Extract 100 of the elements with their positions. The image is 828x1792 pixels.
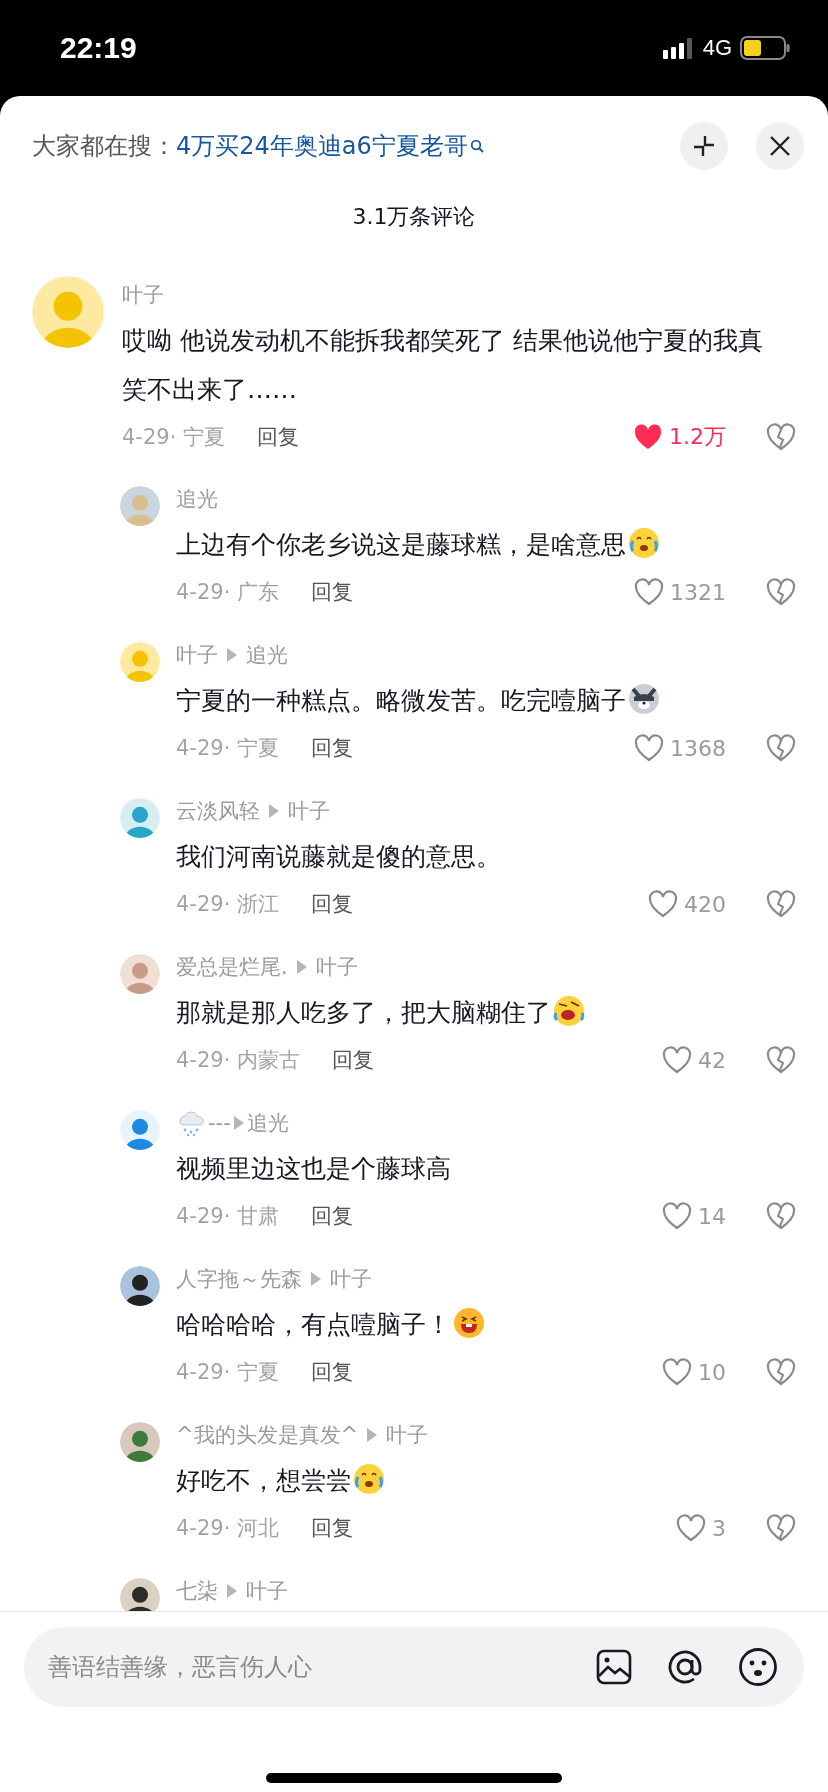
reply-button[interactable]: 回复 bbox=[257, 423, 299, 451]
broken-heart-icon bbox=[766, 1202, 796, 1230]
broken-heart-icon bbox=[766, 890, 796, 918]
dislike-button[interactable] bbox=[766, 1202, 796, 1230]
reply-button[interactable]: 回复 bbox=[332, 1046, 374, 1074]
like-button[interactable]: 14 bbox=[646, 1202, 726, 1230]
dislike-button[interactable] bbox=[766, 578, 796, 606]
broken-heart-icon bbox=[766, 1358, 796, 1386]
comment-text: 我们河南说藤就是傻的意思。 bbox=[176, 841, 502, 873]
signal-icon bbox=[662, 37, 693, 59]
username[interactable]: 叶子 bbox=[288, 797, 330, 825]
trending-label: 大家都在搜： bbox=[32, 131, 176, 162]
trending-search-link[interactable]: 4万买24年奥迪a6宁夏老哥 bbox=[176, 130, 484, 162]
reply-button[interactable]: 回复 bbox=[311, 734, 353, 762]
play-triangle-icon bbox=[366, 1427, 379, 1443]
play-triangle-icon bbox=[226, 647, 238, 663]
avatar bbox=[120, 642, 160, 682]
avatar bbox=[120, 1422, 160, 1462]
heart-icon bbox=[676, 1514, 706, 1542]
dislike-button[interactable] bbox=[766, 890, 796, 918]
dislike-button[interactable] bbox=[766, 734, 796, 762]
play-triangle-icon bbox=[268, 803, 280, 819]
image-icon[interactable] bbox=[596, 1649, 632, 1685]
username[interactable]: 叶子 bbox=[386, 1421, 429, 1449]
date-location: 4-29· 宁夏 bbox=[176, 1359, 279, 1386]
heart-icon bbox=[662, 1202, 692, 1230]
username[interactable]: 追光 bbox=[246, 641, 288, 669]
search-icon bbox=[469, 139, 484, 153]
close-icon bbox=[769, 135, 791, 157]
avatar bbox=[120, 1266, 160, 1306]
like-button[interactable]: 10 bbox=[646, 1358, 726, 1386]
comment-input[interactable]: 善语结善缘，恶言伤人心 bbox=[48, 1653, 562, 1681]
avatar bbox=[120, 954, 160, 994]
close-button[interactable] bbox=[756, 122, 804, 170]
username[interactable]: 追光 bbox=[176, 485, 218, 513]
network-label: 4G bbox=[702, 35, 732, 61]
reply-button[interactable]: 回复 bbox=[311, 1514, 353, 1542]
avatar bbox=[120, 1578, 160, 1611]
comment-text: 视频里边这也是个藤球高 bbox=[176, 1153, 452, 1185]
username[interactable]: 人字拖～先森 bbox=[176, 1265, 302, 1293]
like-button[interactable]: 3 bbox=[646, 1514, 726, 1542]
username[interactable]: 云淡风轻 bbox=[176, 797, 260, 825]
like-button[interactable]: 42 bbox=[646, 1046, 726, 1074]
heart-icon bbox=[662, 1358, 692, 1386]
date-location: 4-29· 内蒙古 bbox=[176, 1047, 300, 1074]
username[interactable]: 叶子 bbox=[330, 1265, 372, 1293]
play-triangle-icon bbox=[232, 1115, 245, 1131]
comment-text: 好吃不，想尝尝 bbox=[176, 1456, 828, 1505]
broken-heart-icon bbox=[766, 578, 796, 606]
date-location: 4-29· 宁夏 bbox=[176, 735, 279, 762]
username[interactable]: 追光 bbox=[246, 1109, 289, 1137]
broken-heart-icon bbox=[766, 423, 796, 451]
heart-icon bbox=[634, 578, 664, 606]
date-location: 4-29· 浙江 bbox=[176, 891, 279, 918]
reply-button[interactable]: 回复 bbox=[311, 1358, 353, 1386]
avatar bbox=[120, 486, 160, 526]
collapse-icon bbox=[692, 134, 716, 158]
dislike-button[interactable] bbox=[766, 423, 796, 451]
username[interactable]: --- bbox=[208, 1111, 231, 1135]
battery-icon bbox=[740, 36, 790, 60]
emoji-icon[interactable] bbox=[738, 1647, 778, 1687]
comment-text: 上边有个你老乡说这是藤球糕，是啥意思 bbox=[176, 520, 828, 569]
collapse-button[interactable] bbox=[680, 122, 728, 170]
heart-icon bbox=[662, 1046, 692, 1074]
heart-icon bbox=[634, 734, 664, 762]
reply-button[interactable]: 回复 bbox=[311, 1202, 353, 1230]
date-location: 4-29· 河北 bbox=[176, 1515, 279, 1542]
username[interactable]: 叶子 bbox=[176, 641, 218, 669]
broken-heart-icon bbox=[766, 734, 796, 762]
dislike-button[interactable] bbox=[766, 1046, 796, 1074]
like-button[interactable]: 1368 bbox=[634, 734, 726, 762]
comment-text: 哈哈哈哈，有点噎脑子！ bbox=[176, 1300, 828, 1349]
like-button[interactable]: 420 bbox=[646, 890, 726, 918]
username[interactable]: ^我的头发是真发^ bbox=[176, 1421, 359, 1449]
clock: 22:19 bbox=[60, 31, 138, 65]
dislike-button[interactable] bbox=[766, 1358, 796, 1386]
comment-text: 哎呦 他说发动机不能拆我都笑死了 结果他说他宁夏的我真笑不出来了…… bbox=[122, 325, 764, 406]
comment-text: 宁夏的一种糕点。略微发苦。吃完噎脑子 bbox=[176, 676, 828, 725]
heart-icon bbox=[648, 890, 678, 918]
date-location: 4-29· 甘肃 bbox=[176, 1203, 279, 1230]
avatar bbox=[120, 1110, 160, 1150]
reply-button[interactable]: 回复 bbox=[311, 890, 353, 918]
comment-text: 那就是那人吃多了，把大脑糊住了 bbox=[176, 988, 828, 1037]
username[interactable]: 叶子 bbox=[122, 281, 164, 309]
like-button[interactable]: 1321 bbox=[634, 578, 726, 606]
avatar bbox=[120, 798, 160, 838]
dislike-button[interactable] bbox=[766, 1514, 796, 1542]
date-location: 4-29· 广东 bbox=[176, 579, 279, 606]
username[interactable]: 爱总是烂尾. bbox=[176, 953, 288, 981]
play-triangle-icon bbox=[295, 959, 308, 975]
mention-icon[interactable] bbox=[666, 1648, 704, 1686]
broken-heart-icon bbox=[766, 1046, 796, 1074]
date-location: 4-29· 宁夏 bbox=[122, 424, 225, 451]
username[interactable]: 七柒 bbox=[176, 1577, 218, 1605]
comment-count: 3.1万条评论 bbox=[352, 204, 476, 229]
like-button[interactable]: 1.2万 bbox=[633, 422, 726, 452]
username[interactable]: 叶子 bbox=[315, 953, 358, 981]
broken-heart-icon bbox=[766, 1514, 796, 1542]
reply-button[interactable]: 回复 bbox=[311, 578, 353, 606]
username[interactable]: 叶子 bbox=[246, 1577, 288, 1605]
